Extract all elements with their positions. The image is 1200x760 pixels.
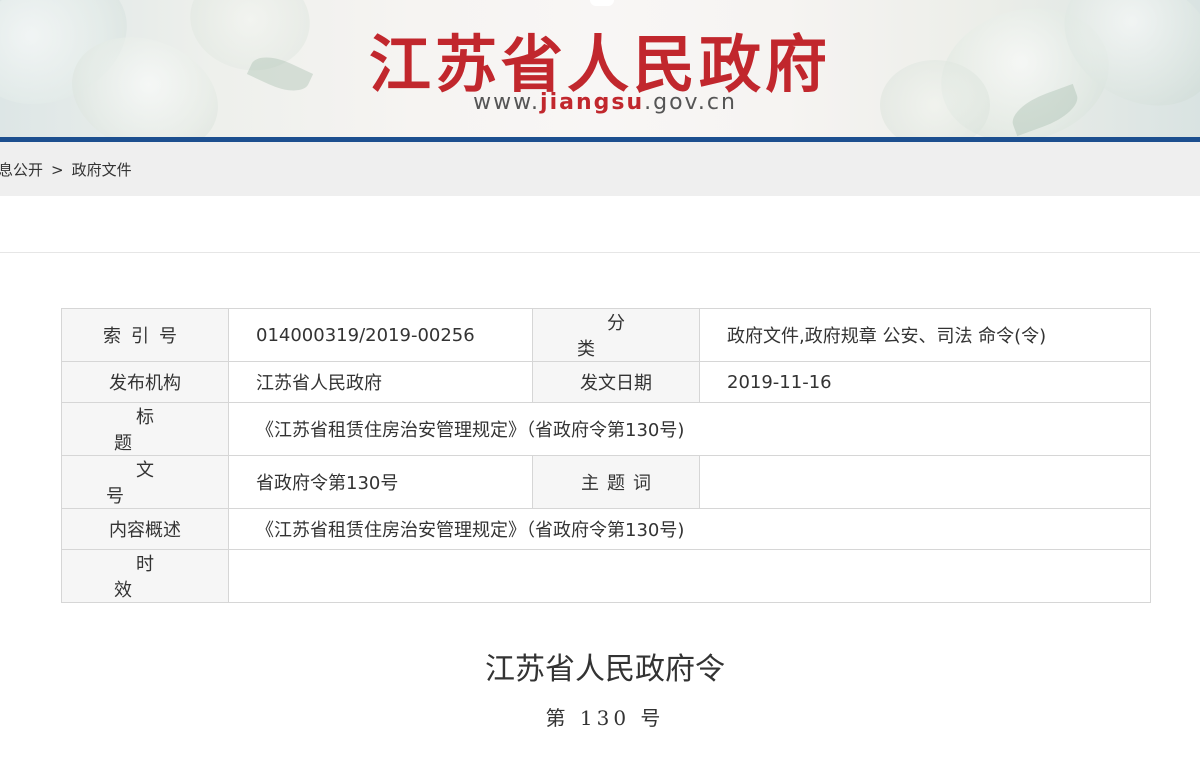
- site-url-suffix: .gov.cn: [644, 90, 737, 115]
- table-row: 文号 省政府令第130号 主题词: [61, 455, 1151, 509]
- site-url-highlight: jiangsu: [540, 90, 645, 115]
- document-info-table: 索引号 014000319/2019-00256 分类 政府文件,政府规章 公安…: [61, 308, 1151, 603]
- publisher-value: 江苏省人民政府: [228, 361, 533, 403]
- header-banner: 江苏省人民政府 www.jiangsu.gov.cn: [0, 0, 1200, 137]
- breadcrumb-item-info-disclosure[interactable]: 息公开: [0, 161, 43, 179]
- validity-label-cell: 时效: [61, 549, 229, 603]
- date-value: 2019-11-16: [699, 361, 1151, 403]
- site-url[interactable]: www.jiangsu.gov.cn: [0, 90, 1200, 115]
- document-number: 第 130 号: [545, 706, 665, 730]
- date-label: 发文日期: [532, 361, 700, 403]
- publisher-label: 发布机构: [61, 361, 229, 403]
- content-divider: [0, 252, 1200, 253]
- validity-label: 时效: [114, 554, 198, 601]
- header-notch: [590, 0, 614, 6]
- keywords-label: 主题词: [581, 473, 659, 494]
- document-title: 江苏省人民政府令: [485, 652, 725, 687]
- table-row: 内容概述 《江苏省租赁住房治安管理规定》（省政府令第130号): [61, 508, 1151, 550]
- summary-value: 《江苏省租赁住房治安管理规定》（省政府令第130号): [228, 508, 1151, 550]
- breadcrumb-item-gov-documents[interactable]: 政府文件: [72, 161, 132, 179]
- table-row: 索引号 014000319/2019-00256 分类 政府文件,政府规章 公安…: [61, 308, 1151, 362]
- category-label-cell: 分类: [532, 308, 700, 362]
- index-value: 014000319/2019-00256: [228, 308, 533, 362]
- title-value: 《江苏省租赁住房治安管理规定》（省政府令第130号): [228, 402, 1151, 456]
- category-value: 政府文件,政府规章 公安、司法 命令(令): [699, 308, 1151, 362]
- breadcrumb: 息公开 > 政府文件: [0, 159, 132, 180]
- breadcrumb-bar: 息公开 > 政府文件: [0, 142, 1200, 196]
- summary-label: 内容概述: [61, 508, 229, 550]
- doc-no-value: 省政府令第130号: [228, 455, 533, 509]
- category-label: 分类: [577, 313, 685, 360]
- index-label: 索引号: [103, 326, 187, 347]
- index-label-cell: 索引号: [61, 308, 229, 362]
- title-label: 标题: [114, 407, 198, 454]
- title-label-cell: 标题: [61, 402, 229, 456]
- table-row: 发布机构 江苏省人民政府 发文日期 2019-11-16: [61, 361, 1151, 403]
- table-row: 时效: [61, 549, 1151, 603]
- site-url-prefix: www.: [473, 90, 541, 115]
- validity-value: [228, 549, 1151, 603]
- breadcrumb-separator: >: [51, 161, 64, 179]
- keywords-value: [699, 455, 1151, 509]
- doc-no-label-cell: 文号: [61, 455, 229, 509]
- table-row: 标题 《江苏省租赁住房治安管理规定》（省政府令第130号): [61, 402, 1151, 456]
- doc-no-label: 文号: [106, 460, 214, 507]
- keywords-label-cell: 主题词: [532, 455, 700, 509]
